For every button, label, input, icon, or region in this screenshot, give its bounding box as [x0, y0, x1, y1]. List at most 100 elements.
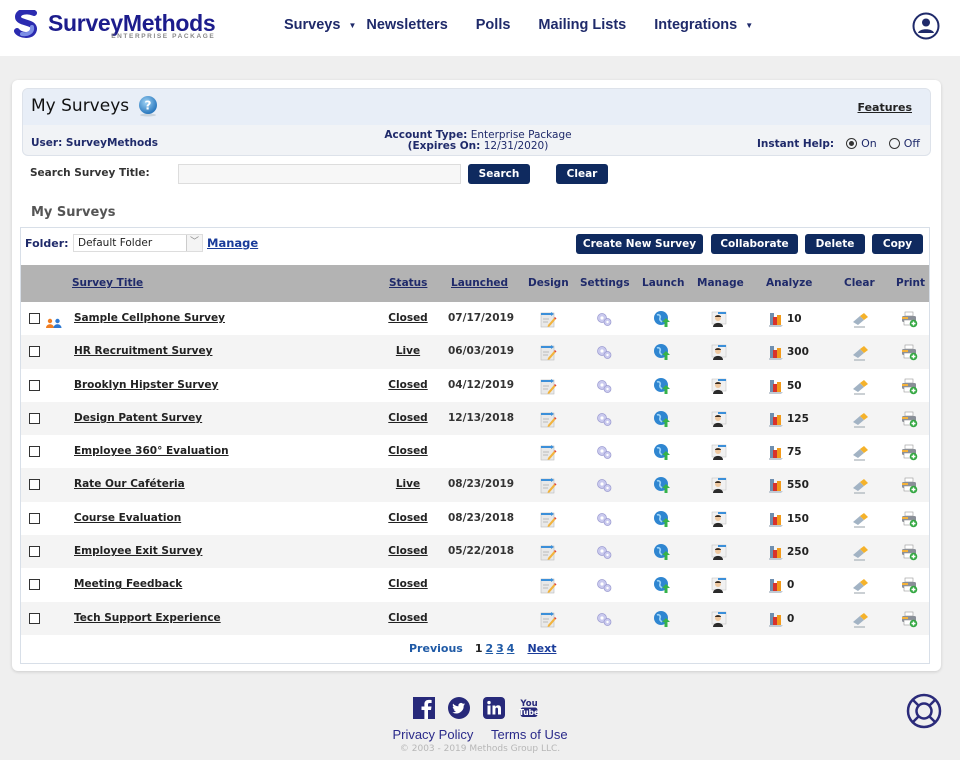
manage-icon[interactable]	[710, 443, 728, 461]
survey-title-link[interactable]: Sample Cellphone Survey	[74, 312, 225, 324]
manage-icon[interactable]	[710, 410, 728, 428]
user-circle-icon[interactable]	[912, 12, 940, 40]
page-4-link[interactable]: 4	[507, 642, 515, 655]
print-icon[interactable]	[900, 576, 918, 594]
design-icon[interactable]	[539, 443, 557, 461]
instant-help-on-radio[interactable]	[846, 138, 858, 149]
design-icon[interactable]	[539, 610, 557, 628]
design-icon[interactable]	[539, 510, 557, 528]
status-link[interactable]: Closed	[383, 612, 433, 624]
clear-icon[interactable]	[851, 443, 869, 461]
design-icon[interactable]	[539, 377, 557, 395]
nav-integrations[interactable]: Integrations ▼	[654, 17, 753, 33]
delete-button[interactable]: Delete	[805, 234, 865, 254]
twitter-icon[interactable]	[448, 697, 470, 719]
nav-polls[interactable]: Polls	[476, 17, 511, 33]
next-page-link[interactable]: Next	[527, 642, 556, 655]
manage-icon[interactable]	[710, 510, 728, 528]
facebook-icon[interactable]	[413, 697, 435, 719]
manage-icon[interactable]	[710, 576, 728, 594]
features-link[interactable]: Features	[858, 101, 912, 114]
page-3-link[interactable]: 3	[496, 642, 504, 655]
launch-icon[interactable]	[653, 443, 671, 461]
survey-title-link[interactable]: Rate Our Caféteria	[74, 478, 185, 490]
status-link[interactable]: Closed	[383, 578, 433, 590]
status-link[interactable]: Live	[383, 345, 433, 357]
row-checkbox[interactable]	[29, 479, 40, 491]
col-status[interactable]: Status	[389, 277, 427, 289]
col-survey-title[interactable]: Survey Title	[72, 277, 143, 289]
survey-title-link[interactable]: Brooklyn Hipster Survey	[74, 379, 218, 391]
launch-icon[interactable]	[653, 410, 671, 428]
brand-logo[interactable]: SurveyMethods ENTERPRISE PACKAGE	[14, 10, 216, 40]
print-icon[interactable]	[900, 476, 918, 494]
launch-icon[interactable]	[653, 610, 671, 628]
row-checkbox[interactable]	[29, 446, 40, 458]
page-2-link[interactable]: 2	[485, 642, 493, 655]
search-title-input[interactable]	[178, 164, 461, 184]
print-icon[interactable]	[900, 443, 918, 461]
clear-icon[interactable]	[851, 543, 869, 561]
analyze-link[interactable]: 150	[767, 510, 809, 528]
survey-title-link[interactable]: Course Evaluation	[74, 512, 181, 524]
status-link[interactable]: Closed	[383, 412, 433, 424]
print-icon[interactable]	[900, 410, 918, 428]
print-icon[interactable]	[900, 310, 918, 328]
linkedin-icon[interactable]	[483, 697, 505, 719]
manage-icon[interactable]	[710, 543, 728, 561]
survey-title-link[interactable]: Design Patent Survey	[74, 412, 202, 424]
clear-icon[interactable]	[851, 343, 869, 361]
launch-icon[interactable]	[653, 343, 671, 361]
copy-button[interactable]: Copy	[872, 234, 923, 254]
row-checkbox[interactable]	[29, 546, 40, 558]
survey-title-link[interactable]: Meeting Feedback	[74, 578, 182, 590]
help-bubble-icon[interactable]: ?	[137, 95, 159, 117]
manage-folder-link[interactable]: Manage	[207, 236, 258, 250]
launch-icon[interactable]	[653, 310, 671, 328]
analyze-link[interactable]: 10	[767, 310, 802, 328]
settings-icon[interactable]	[595, 443, 613, 461]
launch-icon[interactable]	[653, 476, 671, 494]
status-link[interactable]: Live	[383, 478, 433, 490]
print-icon[interactable]	[900, 377, 918, 395]
privacy-policy-link[interactable]: Privacy Policy	[392, 727, 473, 742]
launch-icon[interactable]	[653, 576, 671, 594]
status-link[interactable]: Closed	[383, 545, 433, 557]
row-checkbox[interactable]	[29, 379, 40, 391]
status-link[interactable]: Closed	[383, 379, 433, 391]
nav-mailing-lists[interactable]: Mailing Lists	[538, 17, 626, 33]
status-link[interactable]: Closed	[383, 512, 433, 524]
nav-surveys[interactable]: Surveys ▼	[284, 17, 356, 33]
analyze-link[interactable]: 0	[767, 576, 794, 594]
settings-icon[interactable]	[595, 310, 613, 328]
survey-title-link[interactable]: Employee Exit Survey	[74, 545, 202, 557]
folder-select[interactable]: Default Folder ﹀	[73, 234, 203, 252]
design-icon[interactable]	[539, 343, 557, 361]
survey-title-link[interactable]: Employee 360° Evaluation	[74, 445, 229, 457]
manage-icon[interactable]	[710, 610, 728, 628]
manage-icon[interactable]	[710, 310, 728, 328]
design-icon[interactable]	[539, 310, 557, 328]
nav-newsletters[interactable]: Newsletters	[366, 17, 447, 33]
survey-title-link[interactable]: Tech Support Experience	[74, 612, 221, 624]
clear-icon[interactable]	[851, 610, 869, 628]
analyze-link[interactable]: 125	[767, 410, 809, 428]
settings-icon[interactable]	[595, 543, 613, 561]
analyze-link[interactable]: 50	[767, 377, 802, 395]
instant-help-off-radio[interactable]	[888, 138, 900, 149]
row-checkbox[interactable]	[29, 313, 40, 324]
row-checkbox[interactable]	[29, 612, 40, 624]
collaborate-button[interactable]: Collaborate	[711, 234, 798, 254]
analyze-link[interactable]: 550	[767, 476, 809, 494]
col-launched[interactable]: Launched	[451, 277, 508, 289]
search-button[interactable]: Search	[468, 164, 530, 184]
clear-icon[interactable]	[851, 576, 869, 594]
row-checkbox[interactable]	[29, 412, 40, 424]
launch-icon[interactable]	[653, 510, 671, 528]
print-icon[interactable]	[900, 510, 918, 528]
settings-icon[interactable]	[595, 576, 613, 594]
settings-icon[interactable]	[595, 377, 613, 395]
print-icon[interactable]	[900, 343, 918, 361]
status-link[interactable]: Closed	[383, 312, 433, 324]
clear-icon[interactable]	[851, 476, 869, 495]
